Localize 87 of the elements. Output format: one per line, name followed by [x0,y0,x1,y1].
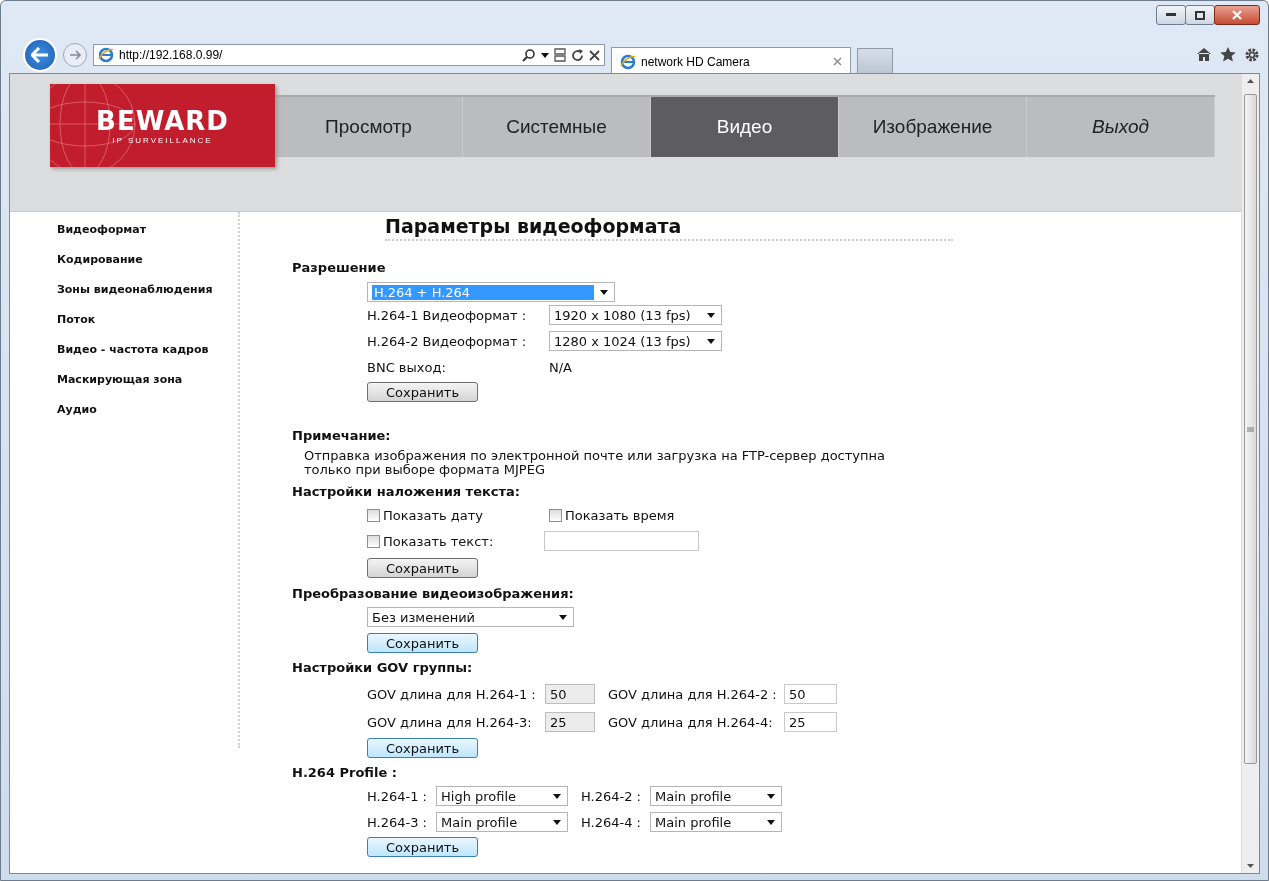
nav-tab[interactable]: Выход [1027,97,1215,157]
sidebar-link[interactable]: Аудио [57,403,238,417]
settings-icon[interactable] [1244,47,1260,63]
section-heading: Преобразование видеоизображения: [292,586,575,602]
field-label: GOV длина для H.264-1 : [367,686,537,702]
close-button[interactable] [1214,5,1260,25]
checkbox-label: Показать время [565,507,675,523]
caret-icon [553,793,561,799]
browser-tab[interactable]: network HD Camera [611,47,851,75]
dropdown[interactable]: 1280 x 1024 (13 fps) [549,331,722,351]
sidebar-link[interactable]: Видео - частота кадров [57,343,238,357]
scrollbar[interactable] [1241,74,1259,873]
save-button[interactable]: Сохранить [367,558,478,578]
field-label: GOV длина для H.264-2 : [608,686,778,702]
page-title: Параметры видеоформата [385,215,953,241]
checkbox[interactable] [367,534,380,548]
field-label: H.264-2 Видеоформат : [367,333,528,349]
scroll-up-icon[interactable] [1247,79,1254,83]
section-heading: Примечание: [292,428,392,444]
field-label: BNC выход: [367,359,447,375]
close-icon[interactable] [589,49,600,61]
star-icon[interactable] [1220,47,1236,62]
dropdown[interactable]: Main profile [436,812,568,832]
caret-icon [767,819,775,825]
sidebar-link[interactable]: Маскирующая зона [57,373,238,387]
new-tab-button[interactable] [857,48,893,75]
refresh-icon[interactable] [571,48,584,62]
checkbox-label: Показать дату [383,507,483,523]
section-heading: Настройки GOV группы: [292,660,474,676]
field-label: H.264-3 : [367,814,428,830]
checkbox-label: Показать текст: [383,533,494,549]
compatibility-icon[interactable] [554,48,566,62]
search-icon[interactable] [522,48,536,62]
checkbox[interactable] [367,508,380,522]
close-icon [1232,10,1242,20]
caret-icon [541,52,549,58]
minimize-button[interactable] [1156,5,1186,25]
dropdown[interactable]: 1920 x 1080 (13 fps) [549,305,722,325]
field-label: H.264-2 : [581,788,642,804]
dropdown[interactable]: Без изменений [367,607,574,627]
arrow-left-icon [31,47,49,63]
save-button[interactable]: Сохранить [367,382,478,402]
minimize-icon [1166,13,1176,17]
dropdown[interactable]: High profile [436,786,568,806]
field-label: GOV длина для H.264-4: [608,714,774,730]
nav-tab[interactable]: Изображение [839,97,1027,157]
sidebar-link[interactable]: Поток [57,313,238,327]
arrow-right-icon [69,50,81,60]
save-button[interactable]: Сохранить [367,738,478,758]
save-button[interactable]: Сохранить [367,633,478,653]
sidebar-link[interactable]: Видеоформат [57,223,238,237]
dropdown[interactable]: Main profile [650,812,782,832]
save-button[interactable]: Сохранить [367,837,478,857]
caret-icon [600,289,608,295]
caret-icon [559,614,567,620]
back-button[interactable] [23,38,57,72]
dropdown[interactable]: Main profile [650,786,782,806]
logo: BEWARD IP SURVEILLANCE [50,84,275,167]
browser-icon [98,47,114,63]
text-input[interactable] [544,531,699,551]
sidebar-link[interactable]: Кодирование [57,253,238,267]
maximize-icon [1195,10,1205,20]
nav-tab[interactable]: Просмотр [275,97,463,157]
grip-icon [1247,426,1254,432]
caret-icon [553,819,561,825]
section-heading: H.264 Profile : [292,765,398,781]
section-heading: Настройки наложения текста: [292,484,521,500]
address-bar[interactable]: http://192.168.0.99/ [93,44,605,66]
field-label: H.264-1 Видеоформат : [367,307,528,323]
field-value: N/A [549,359,572,375]
home-icon[interactable] [1196,47,1212,62]
caret-icon [707,312,715,318]
caret-icon [707,338,715,344]
checkbox[interactable] [549,508,562,522]
gov-input[interactable]: 25 [784,712,837,732]
field-label: H.264-1 : [367,788,428,804]
maximize-button[interactable] [1185,5,1215,25]
note-text: Отправка изображения по электронной почте или загрузка на FTP-сервер доступна только при выборе формата MJPEG [304,449,886,477]
field-label: H.264-4 : [581,814,642,830]
caret-icon [767,793,775,799]
nav-tab[interactable]: Видео [651,97,839,157]
browser-icon [620,53,636,70]
gov-input[interactable]: 50 [784,684,837,704]
scroll-down-icon[interactable] [1247,864,1254,868]
sidebar-link[interactable]: Зоны видеонаблюдения [57,283,238,297]
field-label: GOV длина для H.264-3: [367,714,533,730]
section-heading: Разрешение [292,260,387,276]
